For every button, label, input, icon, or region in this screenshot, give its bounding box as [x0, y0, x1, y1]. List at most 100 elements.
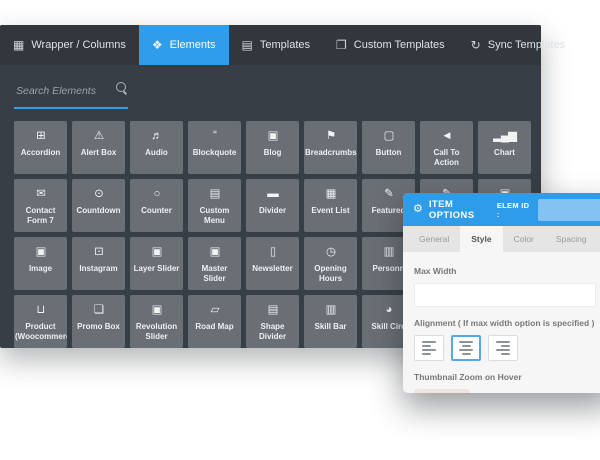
custom-menu-icon: ▤	[210, 188, 220, 201]
layer-slider-icon: ▣	[152, 246, 162, 259]
cart-icon: ⊔	[37, 304, 45, 317]
element-tile[interactable]: ⚑ Breadcrumbs	[304, 121, 357, 174]
element-tile[interactable]: ♬ Audio	[130, 121, 183, 174]
element-tile-label: Image	[27, 264, 54, 274]
thumbnail-zoom-toggle[interactable]: OFF	[414, 389, 470, 393]
element-tile-label: Newsletter	[250, 264, 294, 274]
nav-tab-label: Elements	[170, 39, 216, 51]
nav-tab[interactable]: ❖ Elements	[139, 25, 229, 65]
element-tile[interactable]: ◄ Call To Action	[420, 121, 473, 174]
element-tile[interactable]: ▣ Layer Slider	[130, 237, 183, 290]
element-tile[interactable]: ▣ Blog	[246, 121, 299, 174]
element-tile[interactable]: ◷ Opening Hours	[304, 237, 357, 290]
element-tile[interactable]: ▯ Newsletter	[246, 237, 299, 290]
skill-bar-icon: ▥	[326, 304, 336, 317]
search-row	[0, 65, 541, 109]
element-tile[interactable]: ▱ Road Map	[188, 295, 241, 348]
item-options-tab[interactable]: General	[408, 226, 460, 252]
elements-icon: ❖	[152, 39, 163, 51]
element-tile[interactable]: ▬ Divider	[246, 179, 299, 232]
item-options-tab[interactable]: Spacing	[545, 226, 598, 252]
countdown-icon: ⊙	[94, 188, 103, 201]
element-tile[interactable]: ⚠ Alert Box	[72, 121, 125, 174]
nav-tab[interactable]: ▦ Wrapper / Columns	[0, 25, 139, 65]
templates-icon: ▤	[242, 39, 253, 51]
item-options-tab[interactable]: Color	[503, 226, 545, 252]
featured-icon: ✎	[384, 188, 393, 201]
elem-id-input[interactable]	[538, 199, 600, 221]
revolution-slider-icon: ▣	[152, 304, 162, 317]
promo-box-icon: ❏	[94, 304, 103, 317]
element-tile-label: Countdown	[75, 206, 123, 216]
alignment-button[interactable]	[488, 335, 518, 361]
contact-form-7-icon: ✉	[36, 188, 45, 201]
element-tile[interactable]: ○ Counter	[130, 179, 183, 232]
element-tile[interactable]: ▂▄▆ Chart	[478, 121, 531, 174]
nav-tab[interactable]: ↻ Sync Templates	[458, 25, 579, 65]
element-tile-label: Alert Box	[79, 148, 119, 158]
element-tile-label: Button	[374, 148, 404, 158]
element-tile[interactable]: ⊞ Accordion	[14, 121, 67, 174]
master-slider-icon: ▣	[210, 246, 220, 259]
max-width-label: Max Width	[414, 266, 600, 276]
counter-icon: ○	[154, 188, 160, 201]
search-icon[interactable]	[116, 82, 126, 92]
nav-tab-label: Templates	[260, 39, 310, 51]
element-tile[interactable]: ▤ Custom Menu	[188, 179, 241, 232]
blockquote-icon: “	[213, 130, 216, 143]
element-tile-label: Personn	[370, 264, 406, 274]
opening-hours-icon: ◷	[326, 246, 335, 259]
item-options-tab-label: Spacing	[556, 234, 587, 244]
alignment-button[interactable]	[451, 335, 481, 361]
element-tile-label: Event List	[309, 206, 351, 216]
accordion-icon: ⊞	[36, 130, 45, 143]
element-tile-label: Custom Menu	[188, 206, 241, 227]
alignment-button[interactable]	[414, 335, 444, 361]
element-tile[interactable]: ▢ Button	[362, 121, 415, 174]
instagram-icon: ⊡	[94, 246, 103, 259]
element-tile[interactable]: ⊡ Instagram	[72, 237, 125, 290]
max-width-input[interactable]	[414, 283, 596, 307]
nav-tab[interactable]: ▤ Templates	[229, 25, 323, 65]
element-tile[interactable]: ✉ Contact Form 7	[14, 179, 67, 232]
element-tile[interactable]: ▣ Image	[14, 237, 67, 290]
elem-id-label: ELEM ID :	[497, 201, 532, 219]
item-options-body: Max Width Alignment ( If max width optio…	[403, 252, 600, 393]
element-tile-label: Road Map	[193, 322, 235, 332]
item-options-tab-label: Style	[471, 234, 491, 244]
nav-tab-label: Custom Templates	[354, 39, 445, 51]
nav-tab[interactable]: ❐ Custom Templates	[323, 25, 458, 65]
element-tile-label: Skill Bar	[312, 322, 348, 332]
item-options-tab-label: General	[419, 234, 449, 244]
item-options-header: ⚙ ITEM OPTIONS ELEM ID :	[403, 193, 600, 226]
element-tile[interactable]: ▣ Master Slider	[188, 237, 241, 290]
element-tile[interactable]: ▣ Revolution Slider	[130, 295, 183, 348]
search-input[interactable]	[14, 84, 114, 98]
element-tile-label: Call To Action	[420, 148, 473, 169]
item-options-modal: ⚙ ITEM OPTIONS ELEM ID : General Style C…	[403, 193, 600, 393]
element-tile-label: Divider	[257, 206, 288, 216]
element-tile-label: Breadcrumbs	[304, 148, 357, 158]
element-tile[interactable]: ▦ Event List	[304, 179, 357, 232]
element-tile[interactable]: ▤ Shape Divider	[246, 295, 299, 348]
element-tile-label: Shape Divider	[246, 322, 299, 343]
skill-circle-icon: ◕	[386, 304, 392, 317]
shape-divider-icon: ▤	[268, 304, 278, 317]
element-tile-label: Promo Box	[75, 322, 122, 332]
element-tile-label: Layer Slider	[132, 264, 182, 274]
element-tile[interactable]: ⊙ Countdown	[72, 179, 125, 232]
element-tile[interactable]: ▥ Skill Bar	[304, 295, 357, 348]
item-options-tab[interactable]: Style	[460, 226, 502, 252]
image-icon: ▣	[36, 246, 46, 259]
builder-nav: ▦ Wrapper / Columns ❖ Elements ▤ Templat…	[0, 25, 541, 65]
alignment-options	[414, 335, 600, 361]
element-tile-label: Featured	[370, 206, 408, 216]
cogs-icon: ⚙	[413, 204, 423, 215]
element-tile[interactable]: ❏ Promo Box	[72, 295, 125, 348]
divider-icon: ▬	[267, 188, 278, 201]
element-tile[interactable]: ⊔ Product (Woocommerc	[14, 295, 67, 348]
element-tile-label: Product (Woocommerc	[14, 322, 67, 343]
element-tile-label: Chart	[492, 148, 517, 158]
element-tile[interactable]: “ Blockquote	[188, 121, 241, 174]
item-options-title: ITEM OPTIONS	[429, 199, 497, 221]
